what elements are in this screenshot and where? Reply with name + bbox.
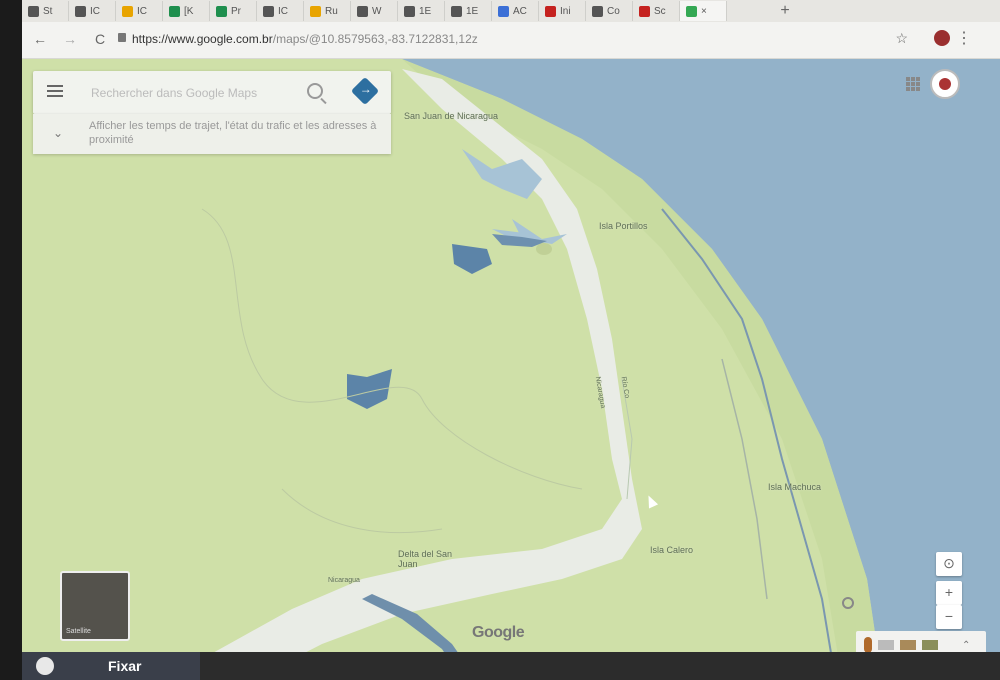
tab-label: Ini [560,5,571,17]
zoom-in-button[interactable]: + [936,581,962,605]
tab-label: Sc [654,5,666,17]
url-field[interactable]: https://www.google.com.br/maps/@10.85795… [132,32,478,46]
drive-icon [28,5,39,17]
hand-icon [36,657,54,675]
s-icon [639,5,650,17]
browser-tab[interactable]: Ini [539,1,586,21]
browser-tab[interactable]: 1E [398,1,445,21]
tab-label: Co [607,5,620,17]
tab-label: Pr [231,5,241,17]
google-icon [592,5,603,17]
slides-icon [310,5,321,17]
drive-icon [263,5,274,17]
label-isla-portillos: Isla Portillos [599,221,648,231]
search-box [33,71,391,114]
label-isla-machuca: Isla Machuca [768,482,822,492]
zoom-out-button[interactable]: − [936,605,962,629]
pin-label: Fixar [108,658,142,674]
tab-strip: St IC IC [K Pr IC Ru W 1E 1E AC Ini Co Sc × [22,0,1000,22]
browser-window: St IC IC [K Pr IC Ru W 1E 1E AC Ini Co Sc × + ← → C ht… [22,0,1000,680]
tab-label: 1E [419,5,432,17]
pin-icon[interactable] [842,597,854,609]
browser-tab[interactable]: IC [116,1,163,21]
slides-icon [122,5,133,17]
menu-icon[interactable] [47,85,63,97]
globe-icon [451,5,462,17]
tab-label: IC [137,5,147,17]
directions-icon[interactable] [350,76,380,106]
tab-label: 1E [466,5,479,17]
browser-tab[interactable]: AC [492,1,539,21]
tab-label: St [43,5,53,17]
extension-icon[interactable] [934,30,950,46]
address-bar: ← → C https://www.google.com.br/maps/@10… [22,22,1000,59]
search-input[interactable] [89,82,283,104]
label-delta: Delta del San Juan [398,549,453,569]
sheets-icon [169,5,180,17]
back-icon[interactable]: ← [32,31,48,47]
tab-label: IC [90,5,100,17]
imagery-thumbnail[interactable] [878,640,894,650]
lock-icon [118,33,126,42]
browser-tab[interactable]: St [22,1,69,21]
browser-tab[interactable]: IC [257,1,304,21]
sheets-icon [216,5,227,17]
chevron-down-icon[interactable]: ⌄ [53,126,63,140]
reload-icon[interactable]: C [92,31,108,47]
gmail-icon [545,5,556,17]
url-path: /maps/@10.8579563,-83.7122831,12z [272,32,478,46]
url-host: https://www.google.com.br [132,32,273,46]
tab-label: IC [278,5,288,17]
bookmark-star-icon[interactable]: ☆ [895,30,908,47]
google-logo: Google [472,624,525,641]
browser-tab[interactable]: Ru [304,1,351,21]
search-icon[interactable] [307,83,323,99]
browser-tab[interactable]: 1E [445,1,492,21]
satellite-label: Satellite [66,628,91,635]
imagery-thumbnail[interactable] [900,640,916,650]
globe-icon [357,5,368,17]
maps-icon [686,5,697,17]
tab-label: [K [184,5,194,17]
my-location-icon[interactable]: ⊙ [936,552,962,576]
browser-tab[interactable]: Co [586,1,633,21]
forward-icon[interactable]: → [62,31,78,47]
browser-tab[interactable]: Pr [210,1,257,21]
label-san-juan: San Juan de Nicaragua [404,111,499,121]
imagery-thumbnail[interactable] [922,640,938,650]
browser-tab[interactable]: W [351,1,398,21]
new-tab-button[interactable]: + [774,1,796,21]
drive-icon [75,5,86,17]
satellite-toggle[interactable]: Satellite [60,571,130,641]
browser-tab[interactable]: Sc [633,1,680,21]
globe-icon [404,5,415,17]
browser-menu-icon[interactable]: ⋮ [956,28,972,48]
expand-icon[interactable]: ⌃ [962,640,970,651]
pin-button[interactable]: Fixar [22,652,200,680]
docs-icon [498,5,509,17]
browser-tab[interactable]: IC [69,1,116,21]
pegman-icon[interactable] [864,637,872,653]
tab-label: W [372,5,382,17]
nearby-expander[interactable]: ⌄ Afficher les temps de trajet, l'état d… [33,114,391,154]
tab-label: × [701,5,707,17]
browser-tab[interactable]: [K [163,1,210,21]
nearby-expander-text: Afficher les temps de trajet, l'état du … [89,120,377,146]
avatar[interactable] [930,69,960,99]
label-isla-calero: Isla Calero [650,545,694,555]
tab-label: Ru [325,5,338,17]
label-river-nicaragua: Nicaragua [328,577,360,584]
tab-label: AC [513,5,527,17]
map-canvas[interactable]: San Juan de Nicaragua Isla Portillos Isl… [22,59,1000,680]
apps-icon[interactable] [906,77,920,91]
browser-tab[interactable]: × [680,1,727,21]
